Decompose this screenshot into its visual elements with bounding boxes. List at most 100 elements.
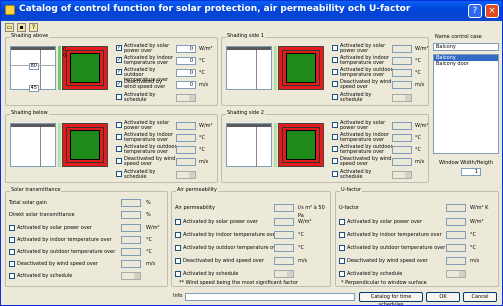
label-schedule: Activated by schedule [347, 271, 403, 277]
checkbox-outdoor[interactable] [175, 245, 181, 251]
checkbox-schedule[interactable] [116, 171, 122, 177]
checkbox-wind[interactable] [339, 258, 345, 264]
checkbox-wind[interactable] [175, 258, 181, 264]
ok-button[interactable]: OK [426, 292, 460, 302]
direct-input[interactable] [121, 211, 141, 219]
close-button[interactable]: × [485, 4, 499, 18]
unit-solar: W/m² [146, 225, 160, 231]
checkbox-outdoor[interactable] [332, 69, 338, 75]
checkbox-outdoor[interactable] [332, 146, 338, 152]
input-indoor[interactable]: 0 [176, 57, 196, 65]
input-indoor[interactable] [446, 231, 466, 239]
u-factor-input[interactable] [446, 204, 466, 212]
info-input[interactable] [185, 293, 355, 301]
input-outdoor[interactable] [274, 244, 294, 252]
help-question-icon[interactable]: ? [29, 23, 38, 32]
checkbox-solar[interactable] [9, 225, 15, 231]
checkbox-solar[interactable] [332, 122, 338, 128]
input-indoor[interactable] [392, 134, 412, 142]
checkbox-indoor[interactable]: ✓ [116, 57, 122, 63]
checkbox-solar[interactable]: ✓ [116, 45, 122, 51]
checkbox-schedule[interactable] [9, 273, 15, 279]
input-solar[interactable] [392, 45, 412, 53]
label-schedule: Activated by schedule [124, 92, 156, 103]
checkbox-schedule[interactable] [175, 271, 181, 277]
checkbox-outdoor[interactable] [9, 249, 15, 255]
input-indoor[interactable] [176, 134, 196, 142]
input-outdoor[interactable] [392, 69, 412, 77]
checkbox-solar[interactable] [116, 122, 122, 128]
checkbox-outdoor[interactable] [339, 245, 345, 251]
schedule-combo[interactable] [392, 94, 412, 102]
checkbox-indoor[interactable] [332, 134, 338, 140]
input-wind[interactable] [446, 257, 466, 265]
checkbox-outdoor[interactable] [116, 146, 122, 152]
checkbox-solar[interactable] [175, 219, 181, 225]
checkbox-wind[interactable] [116, 158, 122, 164]
input-outdoor[interactable] [446, 244, 466, 252]
checkbox-indoor[interactable] [339, 232, 345, 238]
open-folder-icon[interactable]: ▭ [5, 23, 14, 32]
graph-upper-value[interactable]: 80 [29, 63, 39, 70]
checkbox-indoor[interactable] [9, 237, 15, 243]
window-pane [286, 130, 316, 160]
checkbox-wind[interactable] [332, 81, 338, 87]
shading-indicator [58, 123, 61, 167]
footnote-perpendicular: * Perpendicular to window surface [341, 280, 427, 286]
input-wind[interactable] [121, 260, 141, 268]
input-solar[interactable] [392, 122, 412, 130]
cancel-button[interactable]: Cancel [463, 292, 497, 302]
total-solar-gain-input[interactable] [121, 199, 141, 207]
checkbox-schedule[interactable] [339, 271, 345, 277]
input-solar[interactable] [176, 122, 196, 130]
input-indoor[interactable] [274, 231, 294, 239]
input-indoor[interactable] [121, 236, 141, 244]
input-solar[interactable] [446, 218, 466, 226]
checkbox-wind[interactable]: ✓ [116, 81, 122, 87]
input-wind[interactable] [392, 158, 412, 166]
list-item[interactable]: Balcony door [434, 61, 498, 67]
input-outdoor[interactable]: 0 [176, 69, 196, 77]
checkbox-solar[interactable] [332, 45, 338, 51]
schedule-combo[interactable] [176, 171, 196, 179]
schedule-combo[interactable] [176, 94, 196, 102]
shading-graph: 80 45 [10, 46, 56, 92]
checkbox-outdoor[interactable]: ✓ [116, 69, 122, 75]
save-disk-icon[interactable]: ▪ [17, 23, 26, 32]
unit-indoor: °C [415, 135, 421, 141]
checkbox-solar[interactable] [339, 219, 345, 225]
schedule-combo[interactable] [274, 270, 294, 278]
window-ratio-input[interactable]: 1 [461, 168, 481, 176]
graph-lower-value[interactable]: 45 [29, 85, 39, 92]
input-wind[interactable] [392, 81, 412, 89]
input-outdoor[interactable] [176, 146, 196, 154]
input-solar[interactable] [274, 218, 294, 226]
schedule-combo[interactable] [392, 171, 412, 179]
group-shading-above: Shading above 80 45 0 0 ✓ Activated by s… [5, 33, 218, 106]
schedule-combo[interactable] [121, 272, 141, 280]
catalog-schedules-button[interactable]: Catalog for time schedules [359, 292, 423, 305]
input-outdoor[interactable] [392, 146, 412, 154]
input-wind[interactable] [274, 257, 294, 265]
input-outdoor[interactable] [121, 248, 141, 256]
group-shading-side2: Shading side 2 Activated by solar power … [221, 110, 429, 183]
input-wind[interactable] [176, 158, 196, 166]
input-indoor[interactable] [392, 57, 412, 65]
input-solar[interactable] [121, 224, 141, 232]
checkbox-wind[interactable] [332, 158, 338, 164]
checkbox-indoor[interactable] [116, 134, 122, 140]
control-case-name-input[interactable]: Balcony [433, 43, 499, 51]
input-wind[interactable]: 0 [176, 81, 196, 89]
unit-indoor: °C [415, 58, 421, 64]
checkbox-schedule[interactable] [116, 94, 122, 100]
checkbox-schedule[interactable] [332, 94, 338, 100]
control-case-list[interactable]: Balcony Balcony door [433, 54, 499, 154]
checkbox-indoor[interactable] [175, 232, 181, 238]
help-button[interactable]: ? [468, 4, 482, 18]
checkbox-wind[interactable] [9, 261, 15, 267]
schedule-combo[interactable] [446, 270, 466, 278]
checkbox-schedule[interactable] [332, 171, 338, 177]
input-solar[interactable]: 0 [176, 45, 196, 53]
air-permeability-input[interactable] [274, 204, 294, 212]
checkbox-indoor[interactable] [332, 57, 338, 63]
